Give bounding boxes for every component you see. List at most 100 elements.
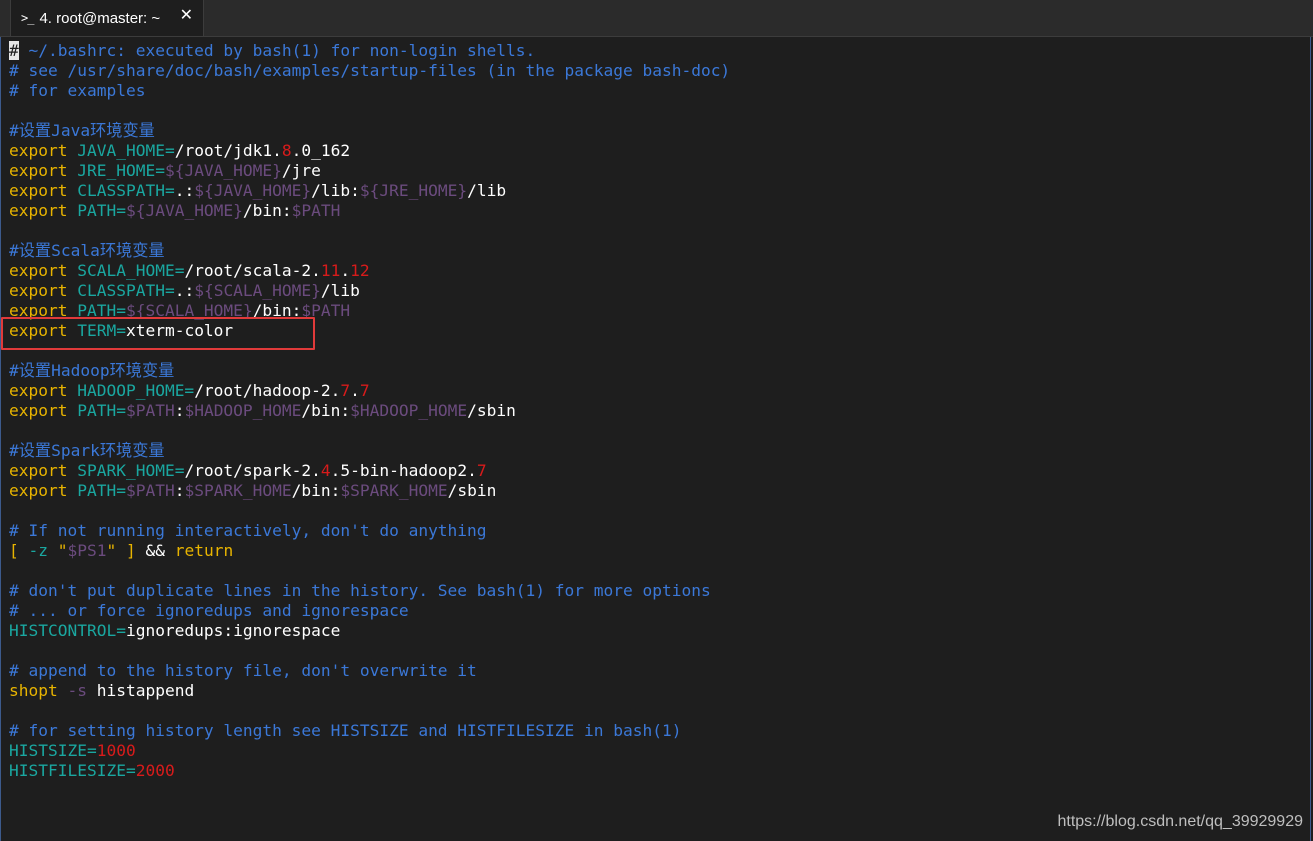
text-segment: #设置Hadoop环境变量 bbox=[9, 361, 175, 380]
text-segment: " bbox=[57, 541, 68, 560]
text-segment: export bbox=[9, 261, 78, 280]
file-content: # ~/.bashrc: executed by bash(1) for non… bbox=[9, 41, 730, 781]
text-segment: HISTCONTROL= bbox=[9, 621, 126, 640]
text-segment: # see /usr/share/doc/bash/examples/start… bbox=[9, 61, 731, 80]
text-line: #设置Hadoop环境变量 bbox=[9, 361, 730, 381]
text-line: export HADOOP_HOME=/root/hadoop-2.7.7 bbox=[9, 381, 730, 401]
highlight-annotation bbox=[1, 317, 315, 350]
text-line: # don't put duplicate lines in the histo… bbox=[9, 581, 730, 601]
text-segment: shopt bbox=[9, 681, 68, 700]
text-segment: $SPARK_HOME bbox=[184, 481, 292, 500]
text-segment: /bin: bbox=[242, 201, 292, 220]
text-segment: export bbox=[9, 381, 78, 400]
text-segment: JAVA_HOME= bbox=[77, 141, 175, 160]
text-line: export PATH=$PATH:$SPARK_HOME/bin:$SPARK… bbox=[9, 481, 730, 501]
text-segment: # ... or force ignoredups and ignorespac… bbox=[9, 601, 409, 620]
text-segment: /lib bbox=[320, 281, 360, 300]
text-segment: SPARK_HOME= bbox=[77, 461, 185, 480]
text-segment: /bin: bbox=[291, 481, 341, 500]
text-segment: PATH= bbox=[77, 201, 126, 220]
text-line: HISTCONTROL=ignoredups:ignorespace bbox=[9, 621, 730, 641]
text-segment: export bbox=[9, 181, 78, 200]
text-segment: ${JAVA_HOME} bbox=[125, 201, 243, 220]
text-segment: #设置Java环境变量 bbox=[9, 121, 155, 140]
terminal-icon: >_ bbox=[21, 11, 34, 25]
text-segment: $SPARK_HOME bbox=[340, 481, 448, 500]
text-segment: /jre bbox=[281, 161, 321, 180]
text-segment: .: bbox=[174, 181, 195, 200]
text-segment: : bbox=[174, 401, 185, 420]
text-line: # see /usr/share/doc/bash/examples/start… bbox=[9, 61, 730, 81]
text-segment: .: bbox=[174, 281, 195, 300]
text-segment: export bbox=[9, 161, 78, 180]
text-segment: # If not running interactively, don't do… bbox=[9, 521, 487, 540]
text-line: export SCALA_HOME=/root/scala-2.11.12 bbox=[9, 261, 730, 281]
text-segment: # for examples bbox=[9, 81, 146, 100]
text-line: [ -z "$PS1" ] && return bbox=[9, 541, 730, 561]
text-segment: ignoredups:ignorespace bbox=[125, 621, 341, 640]
text-segment: .0_162 bbox=[291, 141, 351, 160]
text-segment: 12 bbox=[350, 261, 370, 280]
text-segment: : bbox=[174, 481, 185, 500]
text-segment: # don't put duplicate lines in the histo… bbox=[9, 581, 711, 600]
text-segment: /lib bbox=[467, 181, 507, 200]
text-segment: . bbox=[350, 381, 360, 400]
text-segment: $PATH bbox=[125, 481, 175, 500]
text-line: export PATH=${JAVA_HOME}/bin:$PATH bbox=[9, 201, 730, 221]
text-segment: 7 bbox=[340, 381, 351, 400]
text-segment: return bbox=[174, 541, 234, 560]
text-segment: /sbin bbox=[467, 401, 516, 420]
text-segment: HISTSIZE= bbox=[9, 741, 97, 760]
text-segment: # for setting history length see HISTSIZ… bbox=[9, 721, 682, 740]
text-segment: #设置Scala环境变量 bbox=[9, 241, 165, 260]
text-segment: $HADOOP_HOME bbox=[184, 401, 302, 420]
text-line bbox=[9, 641, 730, 661]
text-segment: ${JAVA_HOME} bbox=[164, 161, 282, 180]
text-line bbox=[9, 501, 730, 521]
text-segment: && bbox=[145, 541, 175, 560]
text-line: export SPARK_HOME=/root/spark-2.4.5-bin-… bbox=[9, 461, 730, 481]
text-line: shopt -s histappend bbox=[9, 681, 730, 701]
text-segment: . bbox=[340, 261, 351, 280]
text-line: #设置Java环境变量 bbox=[9, 121, 730, 141]
text-line: # for setting history length see HISTSIZ… bbox=[9, 721, 730, 741]
text-line bbox=[9, 561, 730, 581]
text-segment: export bbox=[9, 401, 78, 420]
text-segment: PATH= bbox=[77, 401, 126, 420]
text-line: export PATH=$PATH:$HADOOP_HOME/bin:$HADO… bbox=[9, 401, 730, 421]
text-line: HISTSIZE=1000 bbox=[9, 741, 730, 761]
text-segment: -z bbox=[28, 541, 58, 560]
text-segment: export bbox=[9, 201, 78, 220]
text-line: #设置Spark环境变量 bbox=[9, 441, 730, 461]
text-segment: HADOOP_HOME= bbox=[77, 381, 195, 400]
text-segment: export bbox=[9, 481, 78, 500]
text-segment: /root/scala-2. bbox=[184, 261, 321, 280]
terminal-view[interactable]: # ~/.bashrc: executed by bash(1) for non… bbox=[0, 37, 1311, 841]
text-segment: $PATH bbox=[291, 201, 341, 220]
text-segment: [ bbox=[9, 541, 29, 560]
text-segment: CLASSPATH= bbox=[77, 281, 175, 300]
text-line: # for examples bbox=[9, 81, 730, 101]
text-segment: 11 bbox=[320, 261, 341, 280]
text-line: # append to the history file, don't over… bbox=[9, 661, 730, 681]
text-line bbox=[9, 221, 730, 241]
text-line bbox=[9, 421, 730, 441]
text-segment: -s bbox=[67, 681, 97, 700]
text-segment: /sbin bbox=[447, 481, 497, 500]
text-segment: HISTFILESIZE= bbox=[9, 761, 136, 780]
text-segment: 7 bbox=[359, 381, 370, 400]
watermark: https://blog.csdn.net/qq_39929929 bbox=[1057, 813, 1303, 830]
text-segment: ~/.bashrc: executed by bash(1) for non-l… bbox=[18, 41, 536, 60]
text-segment: /bin: bbox=[301, 401, 351, 420]
terminal-tab[interactable]: >_ 4. root@master: ~ ✕ bbox=[10, 0, 204, 36]
text-segment: # append to the history file, don't over… bbox=[9, 661, 477, 680]
text-segment: /lib: bbox=[311, 181, 360, 200]
text-line bbox=[9, 701, 730, 721]
text-segment: $PATH bbox=[125, 401, 175, 420]
close-icon[interactable]: ✕ bbox=[180, 5, 193, 25]
text-segment: $PS1 bbox=[67, 541, 107, 560]
text-line: export CLASSPATH=.:${SCALA_HOME}/lib bbox=[9, 281, 730, 301]
text-cursor: # bbox=[9, 41, 19, 60]
text-segment: CLASSPATH= bbox=[77, 181, 175, 200]
text-segment: export bbox=[9, 141, 78, 160]
